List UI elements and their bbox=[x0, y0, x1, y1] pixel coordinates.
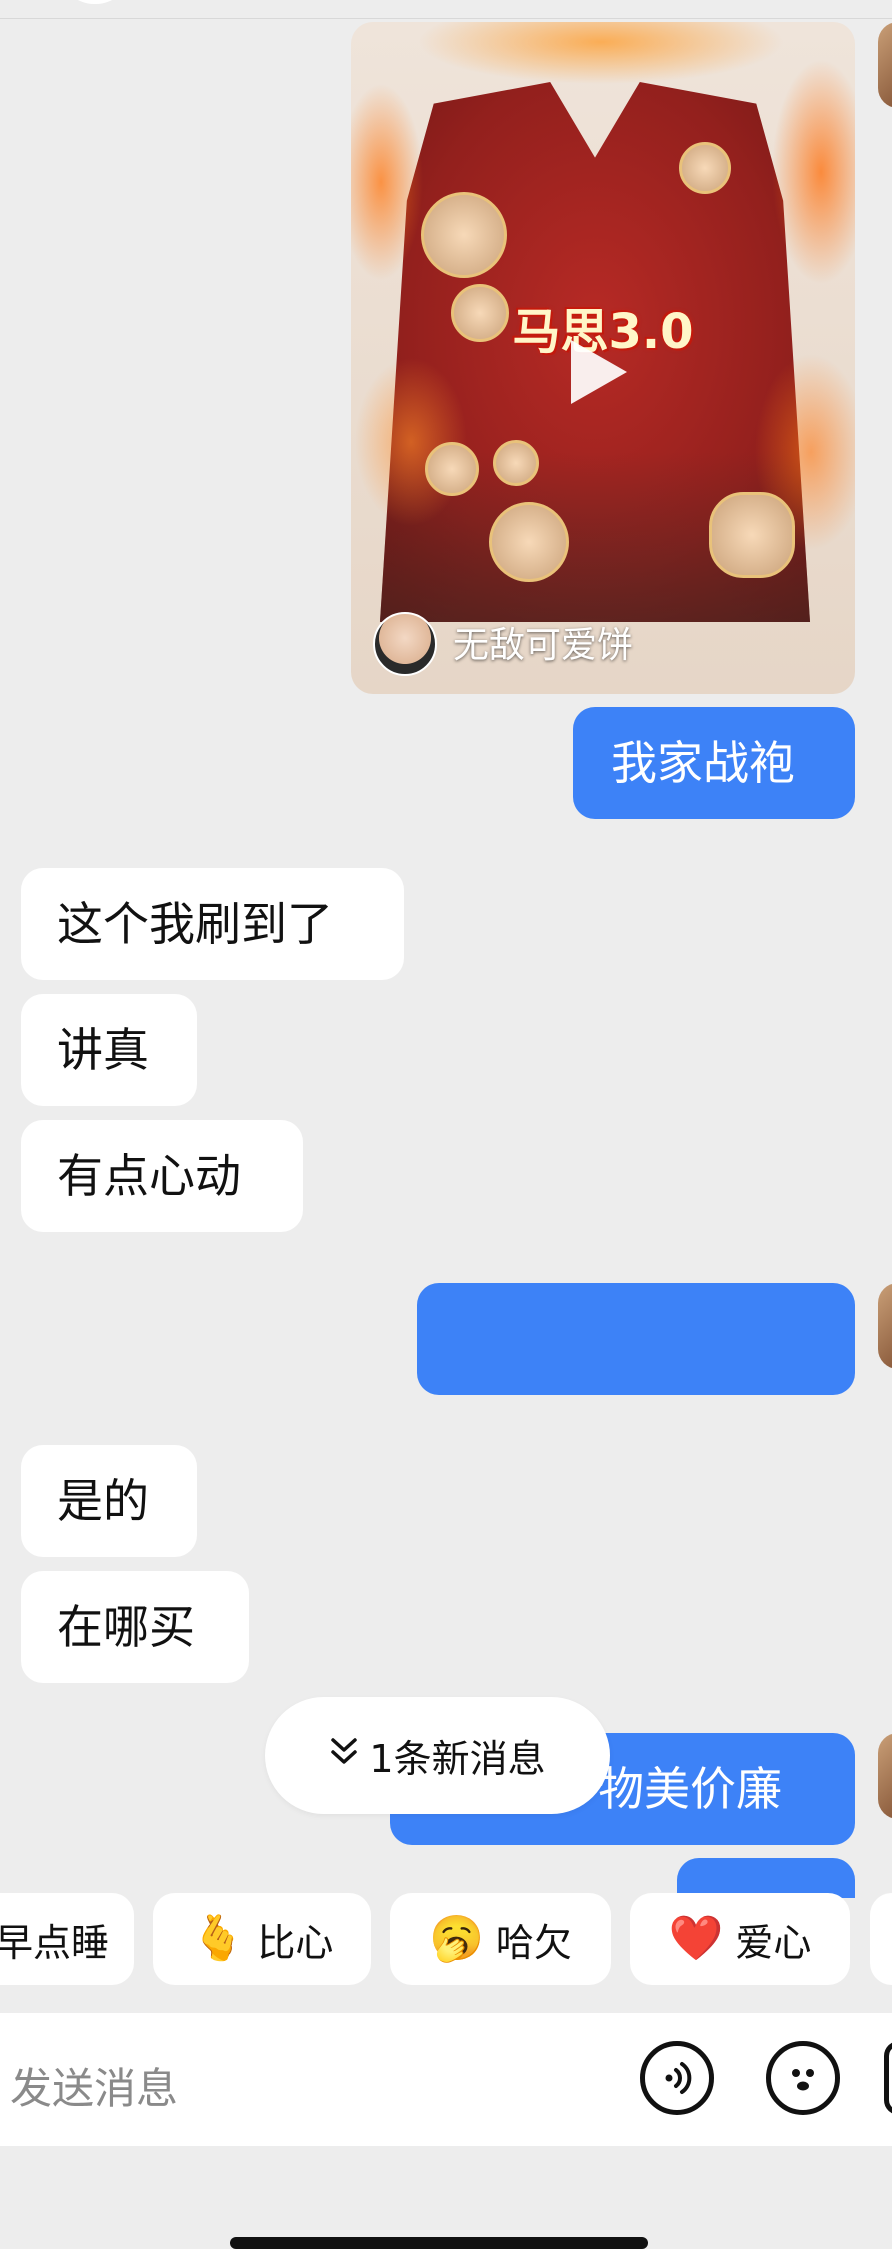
top-avatar-fragment bbox=[60, 0, 130, 4]
sender-avatar[interactable] bbox=[878, 1283, 892, 1369]
message-bubble-received[interactable]: 这个我刷到了 bbox=[21, 868, 404, 980]
thumbnail-badge bbox=[425, 442, 479, 496]
quick-reply-bar: 早点睡 🫰 比心 🥱 哈欠 ❤️ 爱心 bbox=[0, 1893, 892, 1985]
heart-emoji-icon: ❤️ bbox=[668, 1913, 724, 1964]
thumbnail-badge bbox=[493, 440, 539, 486]
new-message-label: 1条新消息 bbox=[369, 1737, 546, 1781]
message-bubble-sent[interactable]: 我家战袍 bbox=[573, 707, 855, 819]
message-input[interactable]: 发送消息 bbox=[10, 2055, 178, 2116]
quick-reply-label: 早点睡 bbox=[0, 1920, 109, 1965]
quick-reply-chip[interactable]: 🫰 比心 bbox=[153, 1893, 371, 1985]
new-message-indicator[interactable]: 1条新消息 bbox=[265, 1697, 610, 1814]
thumbnail-badge bbox=[421, 192, 507, 278]
quick-reply-label: 爱心 bbox=[735, 1920, 812, 1965]
message-bubble-received[interactable]: 有点心动 bbox=[21, 1120, 303, 1232]
home-indicator bbox=[230, 2237, 648, 2249]
quick-reply-chip[interactable]: 早点睡 bbox=[0, 1893, 134, 1985]
quick-reply-label: 比心 bbox=[257, 1920, 334, 1965]
yawn-emoji-icon: 🥱 bbox=[429, 1913, 484, 1964]
message-bubble-sent-blurred[interactable] bbox=[417, 1283, 855, 1395]
video-author-name: 无敌可爱饼 bbox=[453, 625, 634, 666]
message-bubble-received[interactable]: 讲真 bbox=[21, 994, 197, 1106]
thumbnail-badge bbox=[489, 502, 569, 582]
quick-reply-chip[interactable]: ❤️ 爱心 bbox=[630, 1893, 850, 1985]
thumbnail-badge bbox=[679, 142, 731, 194]
header-divider bbox=[0, 18, 892, 19]
finger-heart-emoji-icon: 🫰 bbox=[190, 1913, 246, 1964]
play-icon[interactable] bbox=[571, 340, 627, 404]
sender-avatar[interactable] bbox=[878, 22, 892, 108]
emoji-face-icon[interactable] bbox=[766, 2041, 840, 2115]
message-input-bar: 发送消息 bbox=[0, 2013, 892, 2146]
quick-reply-chip-partial[interactable] bbox=[870, 1893, 892, 1985]
video-author-avatar bbox=[373, 612, 437, 676]
message-bubble-received[interactable]: 是的 bbox=[21, 1445, 197, 1557]
voice-icon[interactable] bbox=[640, 2041, 714, 2115]
sender-avatar[interactable] bbox=[878, 1733, 892, 1819]
message-bubble-received[interactable]: 在哪买 bbox=[21, 1571, 249, 1683]
message-bubble-sent-partial[interactable] bbox=[677, 1858, 855, 1898]
quick-reply-label: 哈欠 bbox=[495, 1920, 572, 1965]
quick-reply-chip[interactable]: 🥱 哈欠 bbox=[390, 1893, 611, 1985]
double-chevron-down-icon bbox=[329, 1734, 359, 1777]
thumbnail-badge bbox=[709, 492, 795, 578]
shared-video-card[interactable]: 马思3.0 无敌可爱饼 bbox=[351, 22, 855, 694]
more-icon-partial[interactable] bbox=[884, 2041, 892, 2115]
